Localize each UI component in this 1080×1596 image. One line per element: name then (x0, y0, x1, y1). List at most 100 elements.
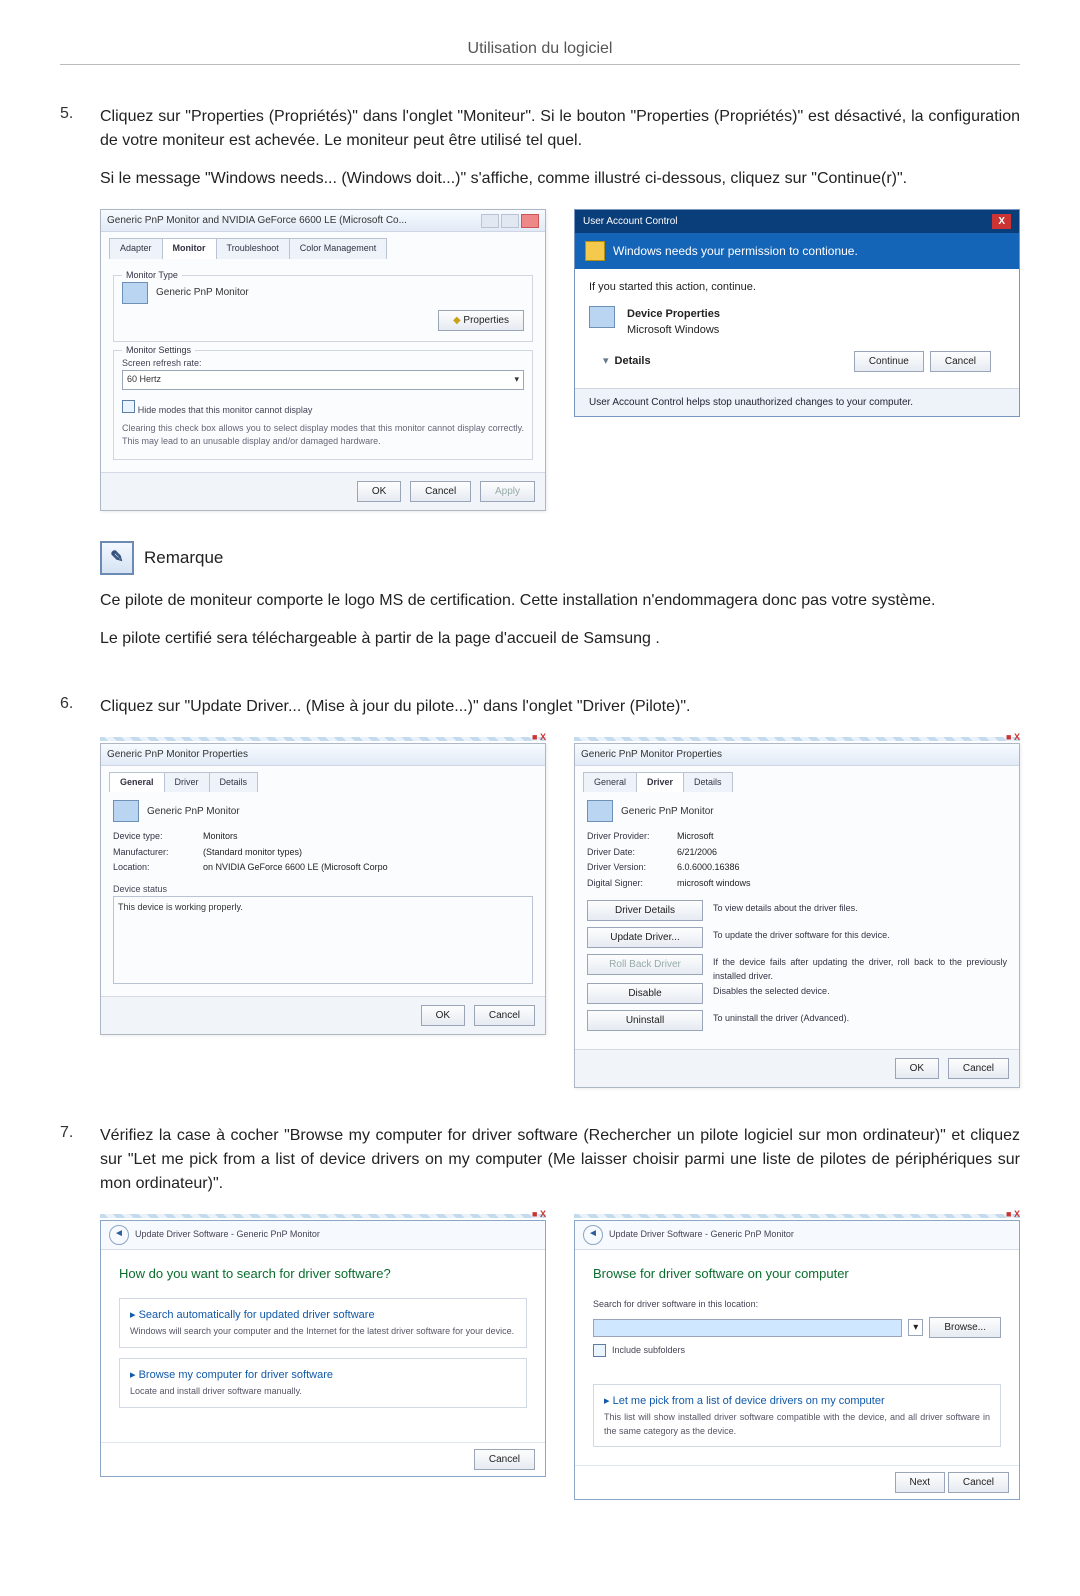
device-status-text: This device is working properly. (118, 902, 243, 912)
device-status-box[interactable]: This device is working properly. (113, 896, 533, 984)
back-icon[interactable]: ◄ (583, 1225, 603, 1245)
step6-para1: Cliquez sur "Update Driver... (Mise à jo… (100, 695, 1020, 719)
driver-provider-label: Driver Provider: (587, 830, 677, 844)
ok-button[interactable]: OK (421, 1005, 465, 1026)
cancel-button[interactable]: Cancel (948, 1058, 1009, 1079)
tab-troubleshoot[interactable]: Troubleshoot (216, 238, 290, 259)
close-icon[interactable]: ■ X (1006, 731, 1020, 745)
uac-footer-text: User Account Control helps stop unauthor… (575, 388, 1019, 416)
device-properties-general-window: Generic PnP Monitor Properties General D… (100, 743, 546, 1036)
option-title: Let me pick from a list of device driver… (604, 1393, 990, 1410)
remarque-para2: Le pilote certifié sera téléchargeable à… (100, 627, 1020, 651)
tab-driver[interactable]: Driver (164, 772, 210, 793)
option-title: Search automatically for updated driver … (130, 1307, 516, 1324)
monitor-icon (122, 282, 148, 304)
uac-program-name: Device Properties (627, 306, 720, 323)
option-desc: This list will show installed driver sof… (604, 1411, 990, 1438)
browse-button[interactable]: Browse... (929, 1317, 1001, 1338)
close-icon[interactable]: ■ X (532, 731, 546, 745)
monitor-icon (113, 800, 139, 822)
back-icon[interactable]: ◄ (109, 1225, 129, 1245)
update-driver-wizard-search: ◄ Update Driver Software - Generic PnP M… (100, 1220, 546, 1477)
update-driver-button[interactable]: Update Driver... (587, 927, 703, 948)
chevron-down-icon[interactable]: ▾ (908, 1319, 923, 1336)
cancel-button[interactable]: Cancel (930, 351, 991, 372)
page-header: Utilisation du logiciel (60, 40, 1020, 65)
cancel-button[interactable]: Cancel (948, 1472, 1009, 1493)
driver-details-desc: To view details about the driver files. (713, 900, 1007, 916)
disable-button[interactable]: Disable (587, 983, 703, 1004)
next-button[interactable]: Next (895, 1472, 946, 1493)
update-driver-wizard-browse: ◄ Update Driver Software - Generic PnP M… (574, 1220, 1020, 1500)
uninstall-desc: To uninstall the driver (Advanced). (713, 1010, 1007, 1026)
step-number-7: 7. (60, 1124, 100, 1142)
details-toggle[interactable]: Details (615, 353, 848, 370)
tab-general[interactable]: General (583, 772, 637, 793)
maximize-icon[interactable] (501, 214, 519, 228)
disable-desc: Disables the selected device. (713, 983, 1007, 999)
cancel-button[interactable]: Cancel (474, 1449, 535, 1470)
rollback-driver-button[interactable]: Roll Back Driver (587, 954, 703, 975)
chevron-down-icon[interactable]: ▾ (603, 353, 609, 370)
tab-color-management[interactable]: Color Management (289, 238, 388, 259)
driver-version-label: Driver Version: (587, 861, 677, 875)
close-icon[interactable]: ■ X (1006, 1208, 1020, 1222)
driver-provider-value: Microsoft (677, 830, 1007, 844)
include-subfolders-checkbox[interactable] (593, 1344, 606, 1357)
step5-para1: Cliquez sur "Properties (Propriétés)" da… (100, 105, 1020, 153)
close-icon[interactable] (521, 214, 539, 228)
program-icon (589, 306, 615, 328)
refresh-rate-label: Screen refresh rate: (122, 357, 524, 371)
shield-icon: ◆ (453, 315, 461, 326)
minimize-icon[interactable] (481, 214, 499, 228)
monitor-icon (587, 800, 613, 822)
ok-button[interactable]: OK (357, 481, 401, 502)
location-label: Location: (113, 861, 203, 875)
wizard-heading: How do you want to search for driver sof… (119, 1264, 527, 1284)
close-icon[interactable]: ■ X (532, 1208, 546, 1222)
tab-details[interactable]: Details (683, 772, 733, 793)
tab-details[interactable]: Details (209, 772, 259, 793)
option-desc: Windows will search your computer and th… (130, 1325, 516, 1339)
ok-button[interactable]: OK (895, 1058, 939, 1079)
option-search-automatically[interactable]: Search automatically for updated driver … (119, 1298, 527, 1348)
step-number-6: 6. (60, 695, 100, 713)
properties-button[interactable]: ◆ Properties (438, 310, 524, 331)
uninstall-button[interactable]: Uninstall (587, 1010, 703, 1031)
hide-modes-checkbox[interactable] (122, 400, 135, 413)
monitor-name: Generic PnP Monitor (156, 285, 249, 300)
continue-button[interactable]: Continue (854, 351, 924, 372)
device-type-value: Monitors (203, 830, 533, 844)
close-icon[interactable]: X (992, 214, 1011, 229)
cancel-button[interactable]: Cancel (474, 1005, 535, 1026)
remarque-para1: Ce pilote de moniteur comporte le logo M… (100, 589, 1020, 613)
driver-details-button[interactable]: Driver Details (587, 900, 703, 921)
group-monitor-type: Monitor Type (122, 269, 182, 283)
cancel-button[interactable]: Cancel (410, 481, 471, 502)
group-monitor-settings: Monitor Settings (122, 344, 195, 358)
tab-driver[interactable]: Driver (636, 772, 684, 793)
refresh-rate-select[interactable]: 60 Hertz ▾ (122, 370, 524, 390)
note-icon: ✎ (100, 541, 134, 575)
chevron-down-icon: ▾ (514, 373, 519, 387)
device-type-label: Device type: (113, 830, 203, 844)
uac-message: Windows needs your permission to contion… (613, 242, 858, 260)
monitor-properties-window: Generic PnP Monitor and NVIDIA GeForce 6… (100, 209, 546, 511)
wizard-heading: Browse for driver software on your compu… (593, 1264, 1001, 1284)
tab-adapter[interactable]: Adapter (109, 238, 163, 259)
apply-button[interactable]: Apply (480, 481, 535, 502)
step-number-5: 5. (60, 105, 100, 123)
include-subfolders-label: Include subfolders (612, 1344, 685, 1358)
location-input[interactable] (593, 1319, 902, 1337)
shield-icon (585, 241, 605, 261)
uac-window: User Account Control X Windows needs you… (574, 209, 1020, 417)
tab-monitor[interactable]: Monitor (162, 238, 217, 259)
digital-signer-label: Digital Signer: (587, 877, 677, 891)
option-browse-computer[interactable]: Browse my computer for driver software L… (119, 1358, 527, 1408)
location-value: on NVIDIA GeForce 6600 LE (Microsoft Cor… (203, 861, 533, 875)
tab-general[interactable]: General (109, 772, 165, 793)
step7-para1: Vérifiez la case à cocher "Browse my com… (100, 1124, 1020, 1196)
manufacturer-label: Manufacturer: (113, 846, 203, 860)
option-let-me-pick[interactable]: Let me pick from a list of device driver… (593, 1384, 1001, 1448)
device-properties-driver-window: Generic PnP Monitor Properties General D… (574, 743, 1020, 1089)
